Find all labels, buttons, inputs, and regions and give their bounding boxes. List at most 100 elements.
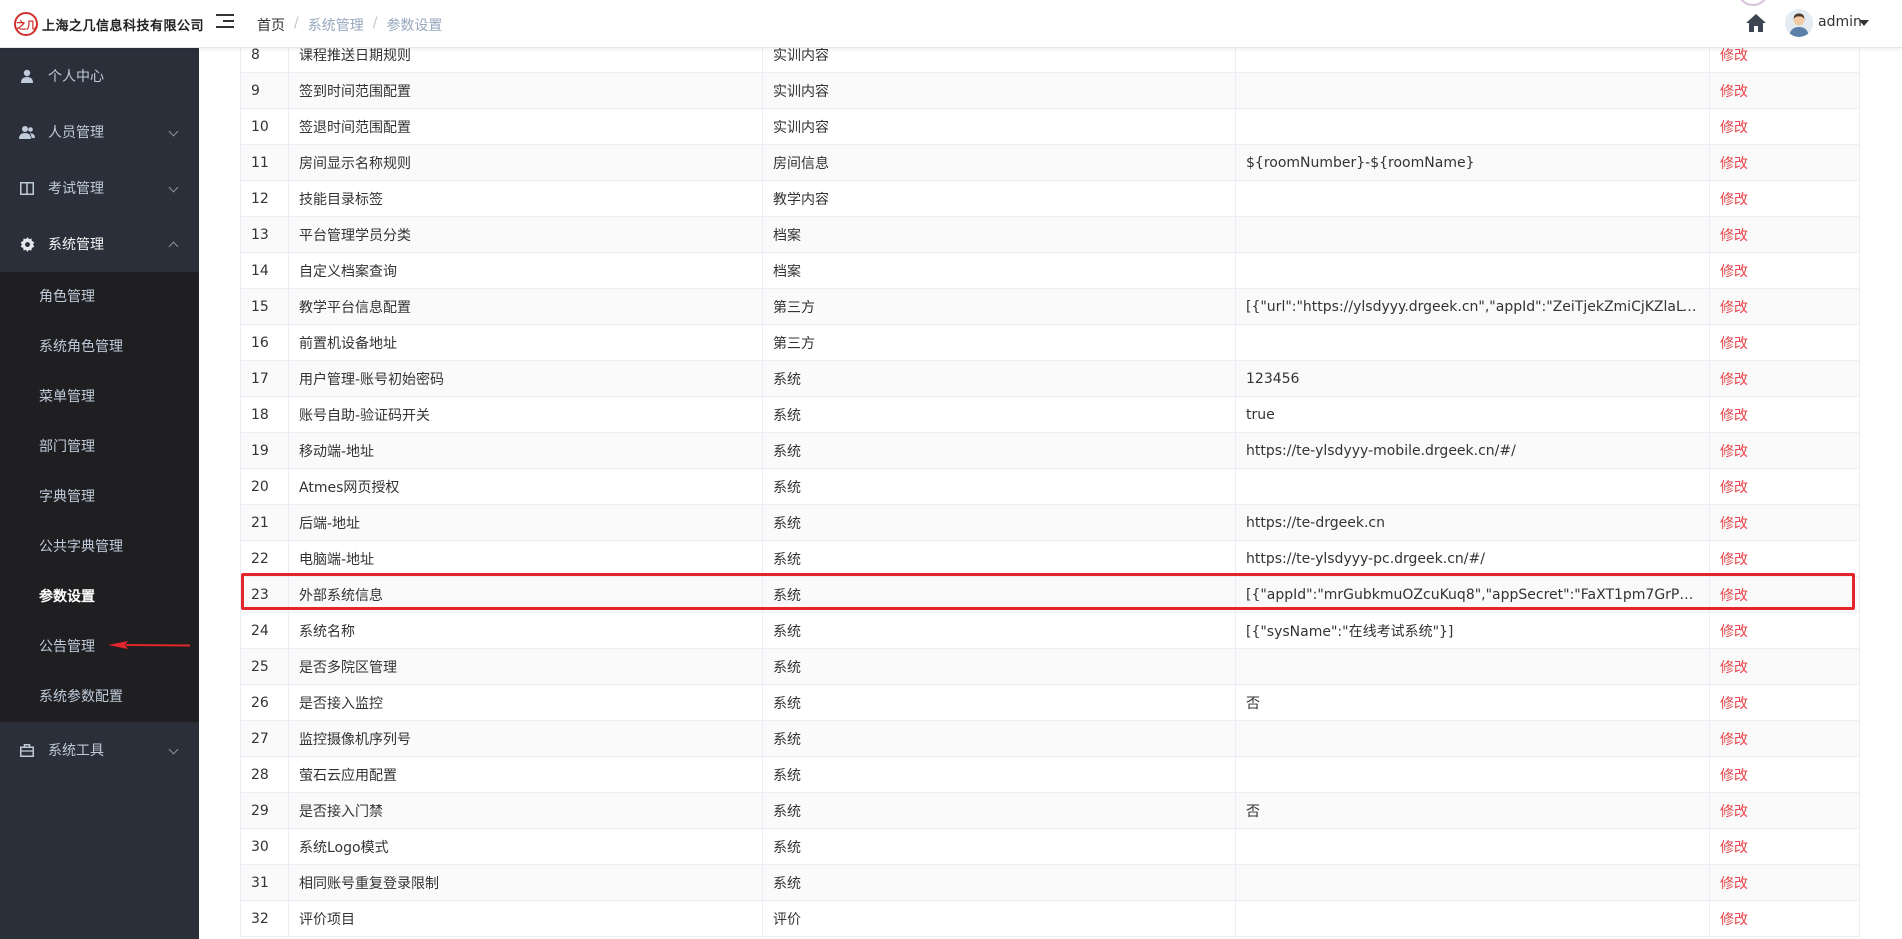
edit-link[interactable]: 修改 <box>1709 252 1860 289</box>
table-row: 15 教学平台信息配置 第三方 [{"url":"https://ylsdyyy.dr… <box>240 288 1860 325</box>
row-value: [{"sysName":"在线考试系统"}] <box>1235 612 1710 649</box>
users-icon <box>19 124 35 140</box>
row-value <box>1235 324 1710 361</box>
parameter-table: 8 课程推送日期规则 实训内容 修改 9 签到时间范围配置 实训内容 修改 10 签退时间范围配置… <box>240 36 1860 937</box>
row-category: 系统 <box>762 468 1236 505</box>
company-name: 上海之几信息科技有限公司 <box>42 18 205 34</box>
company-logo[interactable]: 之几 上海之几信息科技有限公司 <box>14 11 204 37</box>
row-id: 14 <box>240 252 289 289</box>
row-category: 第三方 <box>762 288 1236 325</box>
row-name: 萤石云应用配置 <box>288 756 763 793</box>
chevron-up-icon <box>168 241 179 252</box>
row-value <box>1235 720 1710 757</box>
chevron-down-icon <box>168 126 179 137</box>
edit-link[interactable]: 修改 <box>1709 72 1860 109</box>
edit-link[interactable]: 修改 <box>1709 432 1860 469</box>
sidebar-item-personnel[interactable]: 人员管理 <box>0 104 199 160</box>
table-row: 17 用户管理-账号初始密码 系统 123456 修改 <box>240 360 1860 397</box>
row-name: 账号自助-验证码开关 <box>288 396 763 433</box>
breadcrumb-current: 参数设置 <box>386 18 443 34</box>
row-category: 房间信息 <box>762 144 1236 181</box>
row-name: 平台管理学员分类 <box>288 216 763 253</box>
breadcrumb-home[interactable]: 首页 <box>257 15 285 35</box>
row-name: 教学平台信息配置 <box>288 288 763 325</box>
table-row: 26 是否接入监控 系统否修改 <box>240 684 1860 721</box>
edit-link[interactable]: 修改 <box>1709 288 1860 325</box>
edit-link[interactable]: 修改 <box>1709 360 1860 397</box>
row-name: 移动端-地址 <box>288 432 763 469</box>
row-value: 123456 <box>1235 360 1710 397</box>
edit-link[interactable]: 修改 <box>1709 324 1860 361</box>
sidebar-item-profile[interactable]: 个人中心 <box>0 48 199 104</box>
edit-link[interactable]: 修改 <box>1709 684 1860 721</box>
row-id: 16 <box>240 324 289 361</box>
edit-link[interactable]: 修改 <box>1709 504 1860 541</box>
edit-link[interactable]: 修改 <box>1709 396 1860 433</box>
row-category: 档案 <box>762 252 1236 289</box>
row-value: ${roomNumber}-${roomName} <box>1235 144 1710 181</box>
row-value <box>1235 468 1710 505</box>
sidebar-item-label: 系统工具 <box>48 743 104 759</box>
row-id: 29 <box>240 792 289 829</box>
row-category: 系统 <box>762 540 1236 577</box>
row-name: 技能目录标签 <box>288 180 763 217</box>
edit-link[interactable]: 修改 <box>1709 144 1860 181</box>
sidebar-item-exam[interactable]: 考试管理 <box>0 160 199 216</box>
sidebar-subitem-system-role[interactable]: 系统角色管理 <box>0 322 199 372</box>
edit-link[interactable]: 修改 <box>1709 540 1860 577</box>
row-category: 系统 <box>762 612 1236 649</box>
avatar[interactable] <box>1785 9 1813 37</box>
table-row: 12 技能目录标签 教学内容 修改 <box>240 180 1860 217</box>
table-row: 16 前置机设备地址 第三方 修改 <box>240 324 1860 361</box>
sidebar-subitem-public-dictionary[interactable]: 公共字典管理 <box>0 522 199 572</box>
edit-link[interactable]: 修改 <box>1709 864 1860 901</box>
table-row: 19 移动端-地址 系统 https://te-ylsdyyy-mobile.drge… <box>240 432 1860 469</box>
sidebar-subitem-department[interactable]: 部门管理 <box>0 422 199 472</box>
sidebar-item-label: 考试管理 <box>48 181 104 197</box>
row-category: 系统 <box>762 864 1236 901</box>
edit-link[interactable]: 修改 <box>1709 648 1860 685</box>
table-row: 11 房间显示名称规则 房间信息 ${roomNumber}-${roomName} 修… <box>240 144 1860 181</box>
row-category: 系统 <box>762 504 1236 541</box>
book-icon <box>19 180 35 196</box>
sidebar-subitem-dictionary[interactable]: 字典管理 <box>0 472 199 522</box>
caret-down-icon[interactable] <box>1859 20 1869 26</box>
table-row: 18 账号自助-验证码开关 系统 true 修改 <box>240 396 1860 433</box>
row-category: 第三方 <box>762 324 1236 361</box>
edit-link[interactable]: 修改 <box>1709 828 1860 865</box>
home-icon[interactable] <box>1745 13 1767 33</box>
edit-link[interactable]: 修改 <box>1709 468 1860 505</box>
sidebar-subitem-parameters[interactable]: 参数设置 <box>0 572 199 622</box>
sidebar-subitem-system-config[interactable]: 系统参数配置 <box>0 672 199 722</box>
row-value: 否 <box>1235 684 1710 721</box>
row-value <box>1235 756 1710 793</box>
username[interactable]: admin <box>1818 14 1862 30</box>
edit-link[interactable]: 修改 <box>1709 720 1860 757</box>
row-id: 28 <box>240 756 289 793</box>
breadcrumb: 首页 / 系统管理 / 参数设置 <box>257 15 443 35</box>
sidebar-item-tools[interactable]: 系统工具 <box>0 722 199 778</box>
menu-toggle-icon[interactable] <box>216 14 234 32</box>
table-row: 30 系统Logo模式 系统 修改 <box>240 828 1860 865</box>
edit-link[interactable]: 修改 <box>1709 792 1860 829</box>
edit-link[interactable]: 修改 <box>1709 756 1860 793</box>
row-id: 20 <box>240 468 289 505</box>
row-category: 系统 <box>762 396 1236 433</box>
edit-link[interactable]: 修改 <box>1709 576 1860 613</box>
sidebar-item-system[interactable]: 系统管理 <box>0 216 199 272</box>
edit-link[interactable]: 修改 <box>1709 612 1860 649</box>
edit-link[interactable]: 修改 <box>1709 216 1860 253</box>
row-id: 19 <box>240 432 289 469</box>
edit-link[interactable]: 修改 <box>1709 180 1860 217</box>
row-value <box>1235 828 1710 865</box>
edit-link[interactable]: 修改 <box>1709 900 1860 937</box>
row-id: 10 <box>240 108 289 145</box>
edit-link[interactable]: 修改 <box>1709 108 1860 145</box>
user-icon <box>19 68 35 84</box>
row-name: 相同账号重复登录限制 <box>288 864 763 901</box>
sidebar-subitem-role[interactable]: 角色管理 <box>0 272 199 322</box>
row-id: 25 <box>240 648 289 685</box>
sidebar-subitem-menu[interactable]: 菜单管理 <box>0 372 199 422</box>
row-value: https://te-ylsdyyy-pc.drgeek.cn/#/ <box>1235 540 1710 577</box>
row-category: 系统 <box>762 360 1236 397</box>
